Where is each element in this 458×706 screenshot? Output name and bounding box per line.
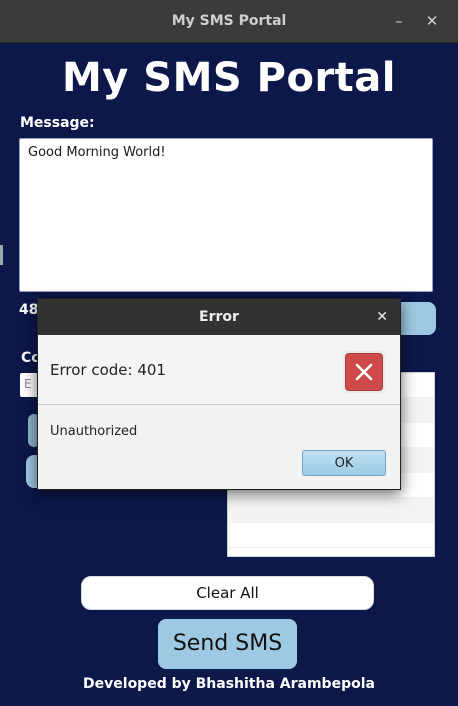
list-item[interactable] [228, 523, 434, 548]
title-bar: My SMS Portal – ✕ [0, 0, 458, 43]
message-textarea[interactable]: Good Morning World! [19, 138, 433, 292]
footer-credit: Developed by Bhashitha Arambepola [83, 676, 375, 692]
dialog-close-button[interactable]: ✕ [376, 299, 388, 335]
left-edge-marker [0, 245, 3, 265]
send-sms-button[interactable]: Send SMS [158, 619, 297, 669]
close-x-icon [355, 363, 373, 381]
app-heading: My SMS Portal [62, 55, 396, 101]
dialog-content: Unauthorized [50, 424, 138, 439]
char-count: 48 [19, 302, 39, 318]
message-label: Message: [20, 115, 95, 131]
dialog-title: Error [38, 299, 400, 335]
minimize-button[interactable]: – [388, 10, 410, 32]
dialog-header: Error code: 401 [38, 335, 400, 405]
error-code-text: Error code: 401 [50, 361, 166, 379]
list-item[interactable] [228, 498, 434, 523]
close-window-button[interactable]: ✕ [421, 10, 443, 32]
main-window: My SMS Portal – ✕ My SMS Portal Message:… [0, 0, 458, 706]
error-icon [343, 351, 385, 393]
ok-button[interactable]: OK [302, 450, 386, 476]
error-dialog: Error ✕ Error code: 401 Unauthorized OK [37, 298, 401, 490]
clear-all-button[interactable]: Clear All [81, 576, 374, 610]
